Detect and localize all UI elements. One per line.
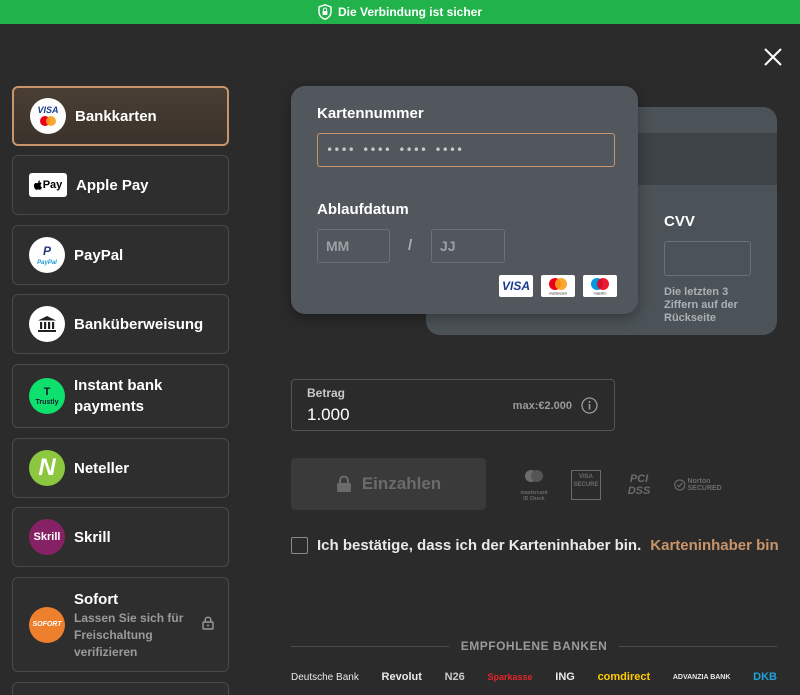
- method-bankkarten[interactable]: VISA Bankkarten: [12, 86, 229, 146]
- mastercard-logo: mastercard: [541, 275, 575, 297]
- recommended-banks-title: EMPFOHLENE BANKEN: [460, 639, 608, 653]
- skrill-icon: Skrill: [29, 519, 65, 555]
- secure-connection-bar: Die Verbindung ist sicher: [0, 0, 800, 24]
- svg-text:Trustly: Trustly: [36, 399, 59, 406]
- method-label: Banküberweisung: [74, 315, 204, 333]
- card-brand-logos: VISA mastercard maestro: [499, 275, 617, 297]
- method-paypal[interactable]: P PayPal PayPal: [12, 225, 229, 285]
- card-front: Kartennummer Ablaufdatum / VISA masterca…: [291, 86, 638, 314]
- method-label: PayPal: [74, 246, 124, 264]
- method-label: Bankkarten: [75, 107, 157, 125]
- norton-secured-logo: Norton SECURED: [674, 477, 730, 493]
- maestro-logo: maestro: [583, 275, 617, 297]
- revolut-logo: Revolut: [381, 671, 422, 683]
- deposit-button-label: Einzahlen: [361, 474, 442, 493]
- expiry-separator: /: [408, 237, 413, 254]
- svg-text:VISA: VISA: [37, 105, 58, 115]
- close-icon[interactable]: [760, 44, 786, 70]
- confirmation-text: Ich bestätige, dass ich der Karteninhabe…: [317, 537, 642, 554]
- svg-text:maestro: maestro: [594, 292, 607, 296]
- bank-building-icon: [29, 306, 65, 342]
- method-more[interactable]: [12, 682, 229, 695]
- trustly-icon: T Trustly: [29, 378, 65, 414]
- cardholder-confirmation: Ich bestätige, dass ich der Karteninhabe…: [291, 537, 779, 554]
- svg-text:P: P: [43, 244, 52, 258]
- expiry-month-input[interactable]: [317, 229, 390, 263]
- ing-logo: ING: [555, 671, 575, 683]
- amount-value[interactable]: 1.000: [307, 405, 350, 425]
- visa-logo: VISA: [499, 275, 533, 297]
- amount-field[interactable]: Betrag 1.000 max:€2.000: [291, 379, 615, 431]
- method-label: Neteller: [74, 459, 130, 477]
- divider: [291, 645, 449, 647]
- card-number-input[interactable]: [317, 133, 615, 167]
- neteller-icon: N: [29, 450, 65, 486]
- lock-icon: [336, 475, 351, 492]
- comdirect-logo: comdirect: [597, 671, 651, 683]
- sofort-icon: SOFORT: [29, 606, 65, 643]
- secure-connection-text: Die Verbindung ist sicher: [337, 5, 483, 19]
- info-icon[interactable]: [581, 397, 598, 414]
- method-neteller[interactable]: N Neteller: [12, 438, 229, 498]
- paypal-icon: P PayPal: [29, 237, 65, 273]
- method-sub-label: Lassen Sie sich für Freischaltung verifi…: [74, 610, 184, 659]
- method-label: Sofort: [74, 590, 119, 608]
- method-label: Skrill: [74, 528, 111, 546]
- bank-logo-row: Deutsche Bank Revolut N26 Sparkasse ING …: [291, 666, 777, 688]
- visa-mastercard-icon: VISA: [30, 98, 66, 134]
- advanzia-bank-logo: ADVANZIA BANK: [672, 673, 731, 681]
- n26-logo: N26: [444, 671, 465, 683]
- dkb-logo: DKB: [753, 671, 777, 683]
- mastercard-id-check-logo: mastercard ID Check: [518, 468, 550, 502]
- lock-icon: [202, 616, 214, 630]
- pci-dss-logo: PCI DSS: [627, 473, 651, 497]
- svg-text:mastercard: mastercard: [549, 292, 567, 296]
- method-bankueberweisung[interactable]: Banküberweisung: [12, 294, 229, 354]
- cvv-label: CVV: [664, 213, 695, 230]
- amount-label: Betrag: [307, 386, 346, 400]
- svg-text:PayPal: PayPal: [37, 260, 57, 266]
- recommended-banks-header: EMPFOHLENE BANKEN: [291, 638, 778, 654]
- method-label: Instant bank payments: [74, 377, 163, 415]
- deposit-button[interactable]: Einzahlen: [291, 458, 486, 510]
- cvv-hint: Die letzten 3 Ziffern auf der Rückseite: [664, 286, 738, 324]
- amount-max: max:€2.000: [512, 400, 572, 412]
- deutsche-bank-logo: Deutsche Bank: [291, 671, 359, 683]
- shield-lock-icon: [318, 4, 332, 20]
- cvv-input[interactable]: [664, 241, 751, 276]
- expiry-year-input[interactable]: [431, 229, 505, 263]
- method-instant-bank-payments[interactable]: T Trustly Instant bank payments: [12, 364, 229, 428]
- method-skrill[interactable]: Skrill Skrill: [12, 507, 229, 567]
- visa-secure-logo: VISA SECURE: [571, 470, 601, 500]
- card-number-label: Kartennummer: [317, 105, 424, 122]
- cardholder-link[interactable]: Karteninhaber bin: [650, 537, 778, 554]
- security-logos: mastercard ID Check VISA SECURE PCI DSS …: [518, 468, 730, 502]
- svg-text:T: T: [44, 386, 51, 398]
- method-sofort[interactable]: SOFORT Sofort Lassen Sie sich für Freisc…: [12, 577, 229, 672]
- method-label: Apple Pay: [76, 176, 149, 194]
- method-apple-pay[interactable]: Pay Apple Pay: [12, 155, 229, 215]
- divider: [619, 645, 778, 647]
- cardholder-checkbox[interactable]: [291, 537, 308, 554]
- sparkasse-logo: Sparkasse: [487, 672, 533, 682]
- apple-pay-icon: Pay: [29, 173, 67, 197]
- expiry-label: Ablaufdatum: [317, 201, 409, 218]
